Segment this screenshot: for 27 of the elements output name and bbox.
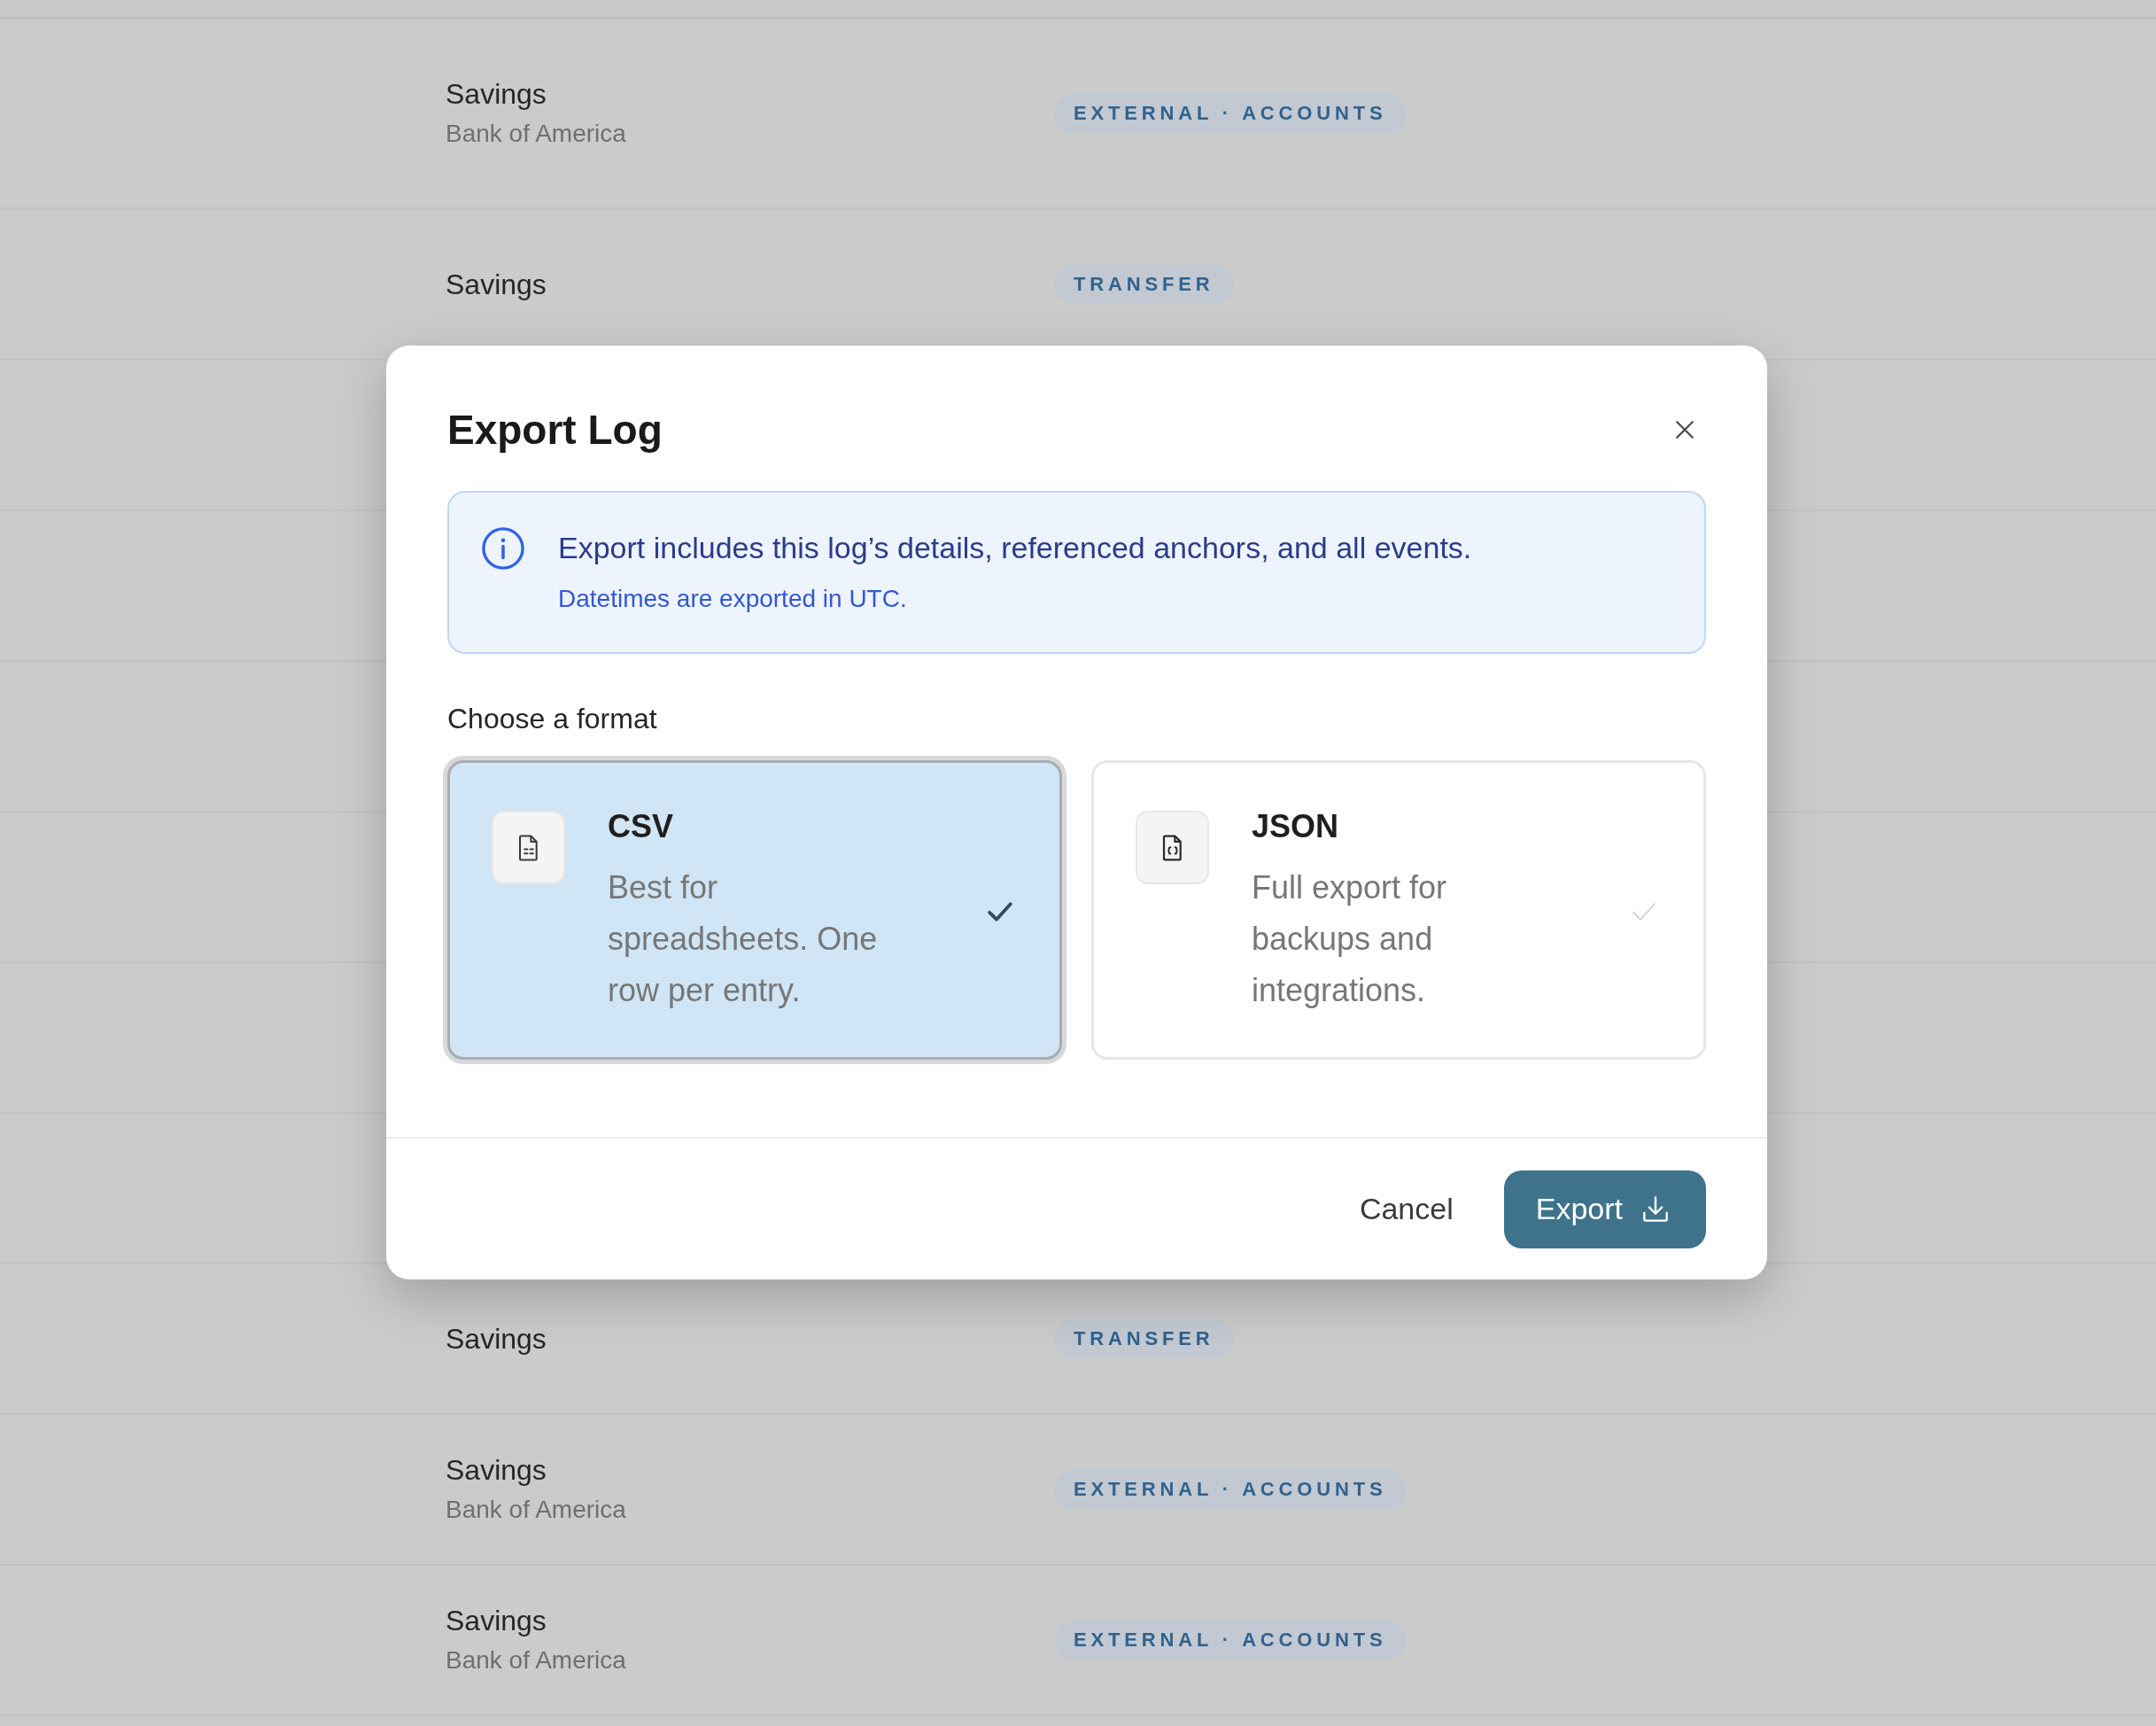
account-name: Savings	[446, 1322, 547, 1357]
format-description: Best for spreadsheets. One row per entry.	[608, 868, 879, 1010]
account-name: Savings	[446, 77, 547, 112]
format-description: Full export for backups and integrations.	[1252, 868, 1448, 1010]
category-tag: EXTERNAL · ACCOUNTS	[1054, 1621, 1407, 1660]
code-file-icon	[1136, 811, 1209, 884]
info-icon	[481, 526, 525, 571]
category-tag: EXTERNAL · ACCOUNTS	[1054, 94, 1407, 133]
cancel-button[interactable]: Cancel	[1338, 1170, 1475, 1248]
institution-name: Bank of America	[446, 119, 627, 149]
format-name: JSON	[1252, 807, 1340, 846]
account-name: Savings	[446, 267, 547, 302]
info-message: Export includes this log’s details, referenced anchors, and all events.	[558, 530, 1472, 566]
institution-name: Bank of America	[446, 1645, 627, 1675]
account-name: Savings	[446, 1453, 547, 1488]
info-note: Datetimes are exported in UTC.	[558, 584, 908, 614]
dialog-title: Export Log	[447, 406, 663, 455]
category-tag: TRANSFER	[1054, 1319, 1234, 1358]
format-option[interactable]: JSON Full export for backups and integrations.	[1091, 760, 1706, 1060]
export-button[interactable]: Export	[1503, 1170, 1706, 1248]
format-name: CSV	[608, 807, 675, 846]
institution-name: Bank of America	[446, 1495, 627, 1525]
spreadsheet-file-icon	[492, 811, 565, 884]
format-heading: Choose a format	[447, 702, 658, 736]
category-tag: EXTERNAL · ACCOUNTS	[1054, 1470, 1407, 1509]
account-name: Savings	[446, 1604, 547, 1638]
category-tag: TRANSFER	[1054, 264, 1234, 304]
